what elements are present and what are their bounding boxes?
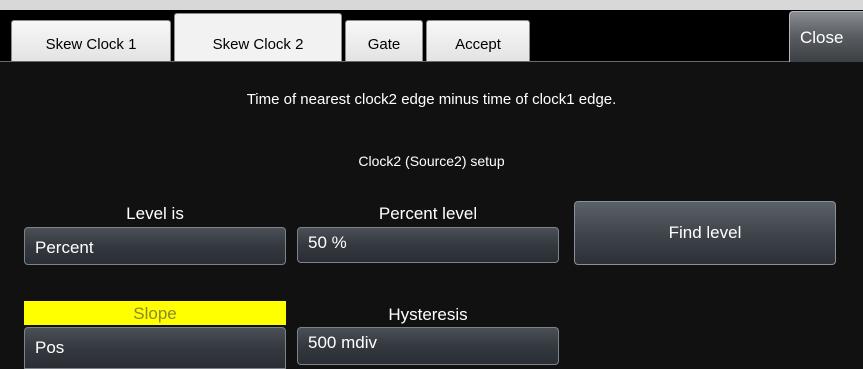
slope-select[interactable]: Pos	[24, 327, 286, 369]
find-level-button[interactable]: Find level	[574, 201, 836, 265]
tab-accept[interactable]: Accept	[426, 20, 530, 62]
top-bar	[0, 0, 863, 10]
hysteresis-label: Hysteresis	[388, 305, 468, 324]
percent-level-input[interactable]: 50 %	[297, 227, 559, 263]
measurement-description: Time of nearest clock2 edge minus time o…	[246, 91, 617, 108]
tab-gate[interactable]: Gate	[345, 20, 423, 62]
slope-label: Slope	[24, 301, 286, 325]
percent-level-label: Percent level	[378, 204, 478, 223]
tab-skew-clock-1[interactable]: Skew Clock 1	[11, 20, 171, 62]
tab-skew-clock-2[interactable]: Skew Clock 2	[174, 13, 342, 62]
dialog-window: Skew Clock 1 Skew Clock 2 Gate Accept Cl…	[0, 0, 863, 369]
level-is-select[interactable]: Percent	[24, 227, 286, 265]
setup-heading: Clock2 (Source2) setup	[358, 153, 505, 169]
hysteresis-input[interactable]: 500 mdiv	[297, 327, 559, 365]
close-button[interactable]: Close	[789, 11, 863, 65]
level-is-label: Level is	[126, 204, 184, 223]
